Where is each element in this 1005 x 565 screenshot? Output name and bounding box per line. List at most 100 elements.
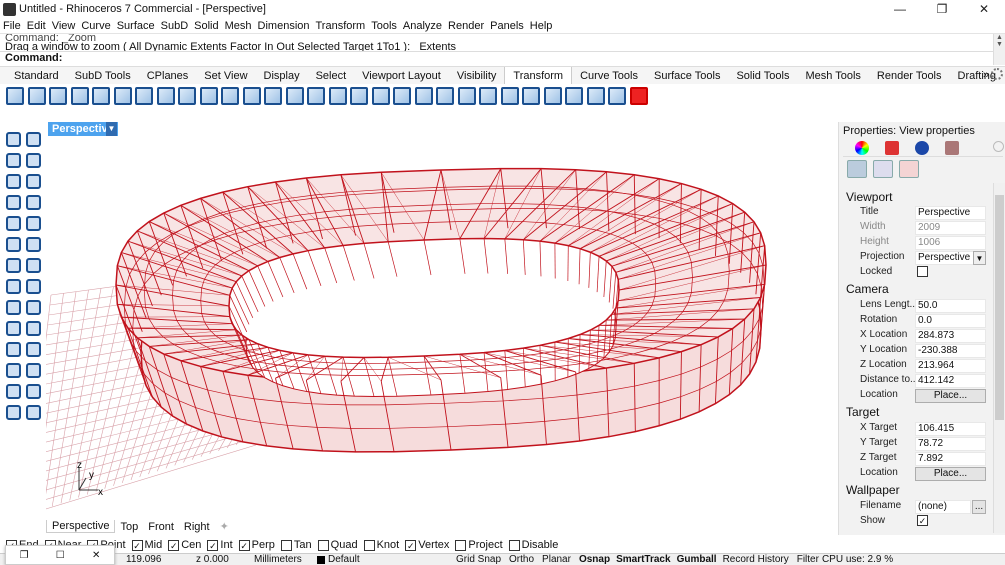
panel-scroll-thumb[interactable] <box>995 195 1004 420</box>
paint-tool-icon[interactable] <box>26 300 41 315</box>
menu-view[interactable]: View <box>52 20 76 32</box>
curve-boolean-tool-icon[interactable] <box>6 342 21 357</box>
osnap-knot[interactable]: Knot <box>363 539 399 551</box>
osnap-checkbox[interactable] <box>363 539 375 551</box>
set-points-tool-icon[interactable] <box>414 87 433 105</box>
restore-icon[interactable]: ❐ <box>20 550 29 561</box>
osnap-disable[interactable]: Disable <box>508 539 558 551</box>
shear-tool-icon[interactable] <box>242 87 261 105</box>
align-tool-icon[interactable] <box>371 87 390 105</box>
menu-edit[interactable]: Edit <box>27 20 46 32</box>
tab-curve-tools[interactable]: Curve Tools <box>572 67 646 85</box>
morph-tool-icon[interactable] <box>479 87 497 105</box>
layer-icon[interactable] <box>885 140 899 155</box>
menu-transform[interactable]: Transform <box>316 20 366 32</box>
x-target-field[interactable]: 106.415 <box>915 422 986 436</box>
extrude-tool-icon[interactable] <box>26 237 41 252</box>
lens-length-field[interactable]: 50.0 <box>915 299 986 313</box>
y-location-field[interactable]: -230.388 <box>915 344 986 358</box>
paint-brush-icon[interactable] <box>945 140 959 155</box>
record-history-toggle[interactable]: Record History <box>723 554 789 565</box>
target-place-button[interactable]: Place... <box>915 467 986 481</box>
polyline-tool-icon[interactable] <box>6 153 21 168</box>
tab-display[interactable]: Display <box>256 67 308 85</box>
ortho-toggle[interactable]: Ortho <box>509 554 534 565</box>
chevron-down-icon[interactable]: ▼ <box>973 251 986 265</box>
title-field[interactable]: Perspective <box>915 206 986 220</box>
menu-render[interactable]: Render <box>448 20 484 32</box>
material-icon[interactable] <box>915 140 929 155</box>
camera-place-button[interactable]: Place... <box>915 389 986 403</box>
viewport-tab-perspective[interactable]: Perspective <box>46 520 116 533</box>
rotate-tool-icon[interactable] <box>49 87 67 105</box>
menu-dimension[interactable]: Dimension <box>258 20 310 32</box>
circle-tool-icon[interactable] <box>6 174 21 189</box>
tab-standard[interactable]: Standard <box>6 67 67 85</box>
split-tool-icon[interactable] <box>6 363 21 378</box>
tab-solid-tools[interactable]: Solid Tools <box>728 67 797 85</box>
osnap-int[interactable]: ✓ Int <box>207 539 233 551</box>
osnap-vertex[interactable]: ✓ Vertex <box>405 539 449 551</box>
tab-transform[interactable]: Transform <box>504 66 573 85</box>
osnap-checkbox[interactable]: ✓ <box>207 539 219 551</box>
planar-toggle[interactable]: Planar <box>542 554 571 565</box>
select-tool-icon[interactable] <box>6 132 21 147</box>
scale-tool-icon[interactable] <box>70 87 89 105</box>
osnap-checkbox[interactable]: ✓ <box>168 539 180 551</box>
text-tool-icon[interactable] <box>26 321 41 336</box>
close-icon[interactable]: ✕ <box>92 550 100 561</box>
filename-field[interactable]: (none) <box>915 500 971 514</box>
array-tool-icon[interactable] <box>92 87 110 105</box>
osnap-checkbox[interactable] <box>280 539 292 551</box>
locked-checkbox[interactable] <box>917 266 928 277</box>
explode-tool-icon[interactable] <box>6 384 21 399</box>
maximize-button[interactable]: ❐ <box>921 0 963 18</box>
menu-mesh[interactable]: Mesh <box>225 20 252 32</box>
viewport-tab-top[interactable]: Top <box>115 521 143 533</box>
osnap-checkbox[interactable]: ✓ <box>238 539 250 551</box>
copy-tool-icon[interactable] <box>27 87 46 105</box>
osnap-checkbox[interactable] <box>455 539 467 551</box>
smarttrack-toggle[interactable]: SmartTrack <box>616 554 670 565</box>
bend-tool-icon[interactable] <box>199 87 218 105</box>
twist-tool-icon[interactable] <box>178 87 196 105</box>
menu-panels[interactable]: Panels <box>490 20 524 32</box>
align-vertices-tool-icon[interactable] <box>608 87 626 105</box>
project-tool-icon[interactable] <box>285 87 304 105</box>
osnap-cen[interactable]: ✓ Cen <box>168 539 201 551</box>
tab-select[interactable]: Select <box>308 67 355 85</box>
move-tool-icon[interactable] <box>6 87 24 105</box>
ellipse-tool-icon[interactable] <box>6 216 21 231</box>
viewport-menu-arrow-icon[interactable]: ▼ <box>106 122 117 136</box>
add-viewport-tab-icon[interactable]: ✦ <box>215 520 234 533</box>
tab-cplanes[interactable]: CPlanes <box>139 67 197 85</box>
arrange-tool-icon[interactable] <box>350 87 368 105</box>
box-tool-icon[interactable] <box>6 258 21 273</box>
cylinder-tool-icon[interactable] <box>6 279 21 294</box>
distribute-tool-icon[interactable] <box>393 87 411 105</box>
osnap-checkbox[interactable]: ✓ <box>405 539 417 551</box>
browse-button[interactable]: ... <box>972 500 986 514</box>
boolean-tool-icon[interactable] <box>26 279 41 294</box>
viewport-frame-icon[interactable] <box>899 160 919 178</box>
color-wheel-icon[interactable] <box>855 140 869 155</box>
menu-subd[interactable]: SubD <box>161 20 189 32</box>
rotation-field[interactable]: 0.0 <box>915 314 986 328</box>
tab-viewport-layout[interactable]: Viewport Layout <box>354 67 449 85</box>
osnap-checkbox[interactable] <box>508 539 520 551</box>
flow-along-surface-tool-icon[interactable] <box>522 87 540 105</box>
dimension-tool-icon[interactable] <box>6 321 21 336</box>
command-scrollbar[interactable]: ▲ ▼ <box>993 34 1005 65</box>
command-input[interactable] <box>65 52 993 64</box>
z-location-field[interactable]: 213.964 <box>915 359 986 373</box>
osnap-toggle[interactable]: Osnap <box>579 554 610 565</box>
flow-tool-icon[interactable] <box>156 87 175 105</box>
osnap-project[interactable]: Project <box>455 539 503 551</box>
squish-tool-icon[interactable] <box>457 87 476 105</box>
grid-snap-toggle[interactable]: Grid Snap <box>456 554 501 565</box>
osnap-perp[interactable]: ✓ Perp <box>238 539 275 551</box>
panel-options-icon[interactable] <box>993 141 1004 152</box>
sweep-tool-icon[interactable] <box>328 87 347 105</box>
polygon-tool-icon[interactable] <box>26 195 41 210</box>
cage-tool-icon[interactable] <box>500 87 519 105</box>
